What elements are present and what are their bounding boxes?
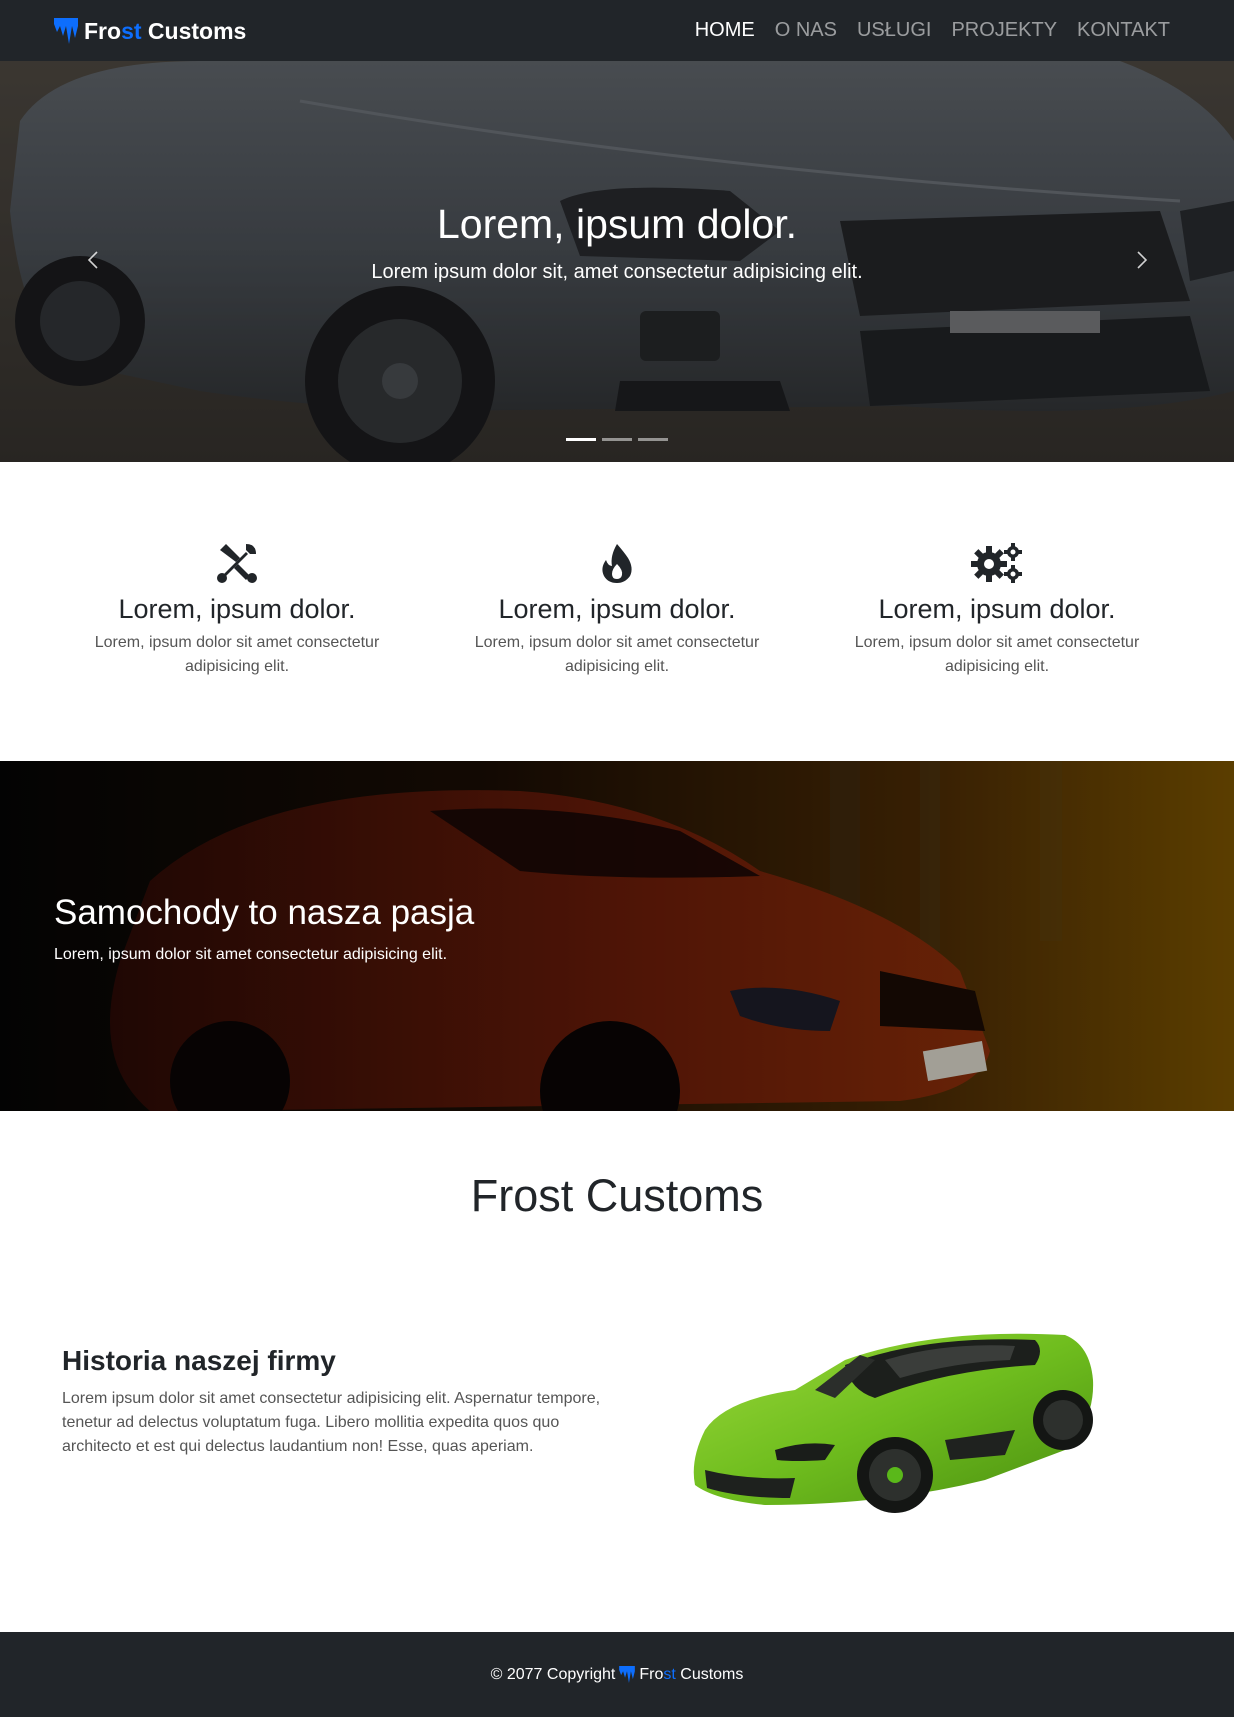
feature-item: Lorem, ipsum dolor. Lorem, ipsum dolor s… xyxy=(72,540,402,679)
nav-link-uslugi[interactable]: USŁUGI xyxy=(857,19,931,42)
icicle-logo-icon xyxy=(619,1666,636,1683)
carousel-next-button[interactable] xyxy=(1122,236,1162,286)
nav-link-projekty[interactable]: PROJEKTY xyxy=(951,19,1057,42)
nav-link-home[interactable]: HOME xyxy=(695,19,755,42)
navbar: Frost Customs HOME O NAS USŁUGI PROJEKTY… xyxy=(0,0,1234,61)
brand-name: Frost Customs xyxy=(84,17,247,44)
feature-title: Lorem, ipsum dolor. xyxy=(118,594,356,624)
feature-text: Lorem, ipsum dolor sit amet consectetur … xyxy=(94,634,380,675)
features-section: Lorem, ipsum dolor. Lorem, ipsum dolor s… xyxy=(0,462,1234,761)
hero-text: Lorem ipsum dolor sit, amet consectetur … xyxy=(371,261,863,283)
carousel-indicator-2[interactable] xyxy=(602,438,632,441)
feature-title: Lorem, ipsum dolor. xyxy=(498,594,736,624)
icicle-logo-icon xyxy=(54,18,78,44)
history-title: Historia naszej firmy xyxy=(62,1345,336,1376)
about-title: Frost Customs xyxy=(470,1170,764,1221)
carousel-indicator-1[interactable] xyxy=(566,438,596,441)
brand-link[interactable]: Frost Customs xyxy=(54,15,246,47)
footer-brand[interactable]: Frost Customs xyxy=(639,1666,743,1684)
banner-text: Lorem, ipsum dolor sit amet consectetur … xyxy=(54,946,448,963)
history-text: Lorem ipsum dolor sit amet consectetur a… xyxy=(62,1390,601,1455)
banner-car-image xyxy=(0,761,1234,1111)
nav-menu: HOME O NAS USŁUGI PROJEKTY KONTAKT xyxy=(675,0,1170,61)
footer-copyright: © 2077 Copyright xyxy=(490,1665,616,1683)
chevron-right-icon xyxy=(1137,251,1148,269)
carousel-indicator-3[interactable] xyxy=(638,438,668,441)
nav-link-o-nas[interactable]: O NAS xyxy=(775,19,837,42)
feature-title: Lorem, ipsum dolor. xyxy=(878,594,1116,624)
tools-icon xyxy=(217,544,257,583)
fire-icon xyxy=(602,544,632,583)
gears-icon xyxy=(971,543,1022,583)
chevron-left-icon xyxy=(87,251,98,269)
feature-text: Lorem, ipsum dolor sit amet consectetur … xyxy=(854,634,1140,675)
banner-title: Samochody to nasza pasja xyxy=(54,893,475,932)
carousel-prev-button[interactable] xyxy=(73,236,113,286)
feature-text: Lorem, ipsum dolor sit amet consectetur … xyxy=(474,634,760,675)
hero-title: Lorem, ipsum dolor. xyxy=(436,201,798,247)
passion-banner: Samochody to nasza pasja Lorem, ipsum do… xyxy=(0,761,1234,1111)
feature-item: Lorem, ipsum dolor. Lorem, ipsum dolor s… xyxy=(832,540,1162,679)
hero-carousel: Lorem, ipsum dolor. Lorem ipsum dolor si… xyxy=(0,61,1234,462)
footer: © 2077 Copyright Frost Customs xyxy=(0,1632,1234,1717)
nav-link-kontakt[interactable]: KONTAKT xyxy=(1077,19,1170,42)
feature-item: Lorem, ipsum dolor. Lorem, ipsum dolor s… xyxy=(452,540,782,679)
green-car-image xyxy=(693,1333,1094,1513)
carousel-indicators xyxy=(0,438,1234,441)
